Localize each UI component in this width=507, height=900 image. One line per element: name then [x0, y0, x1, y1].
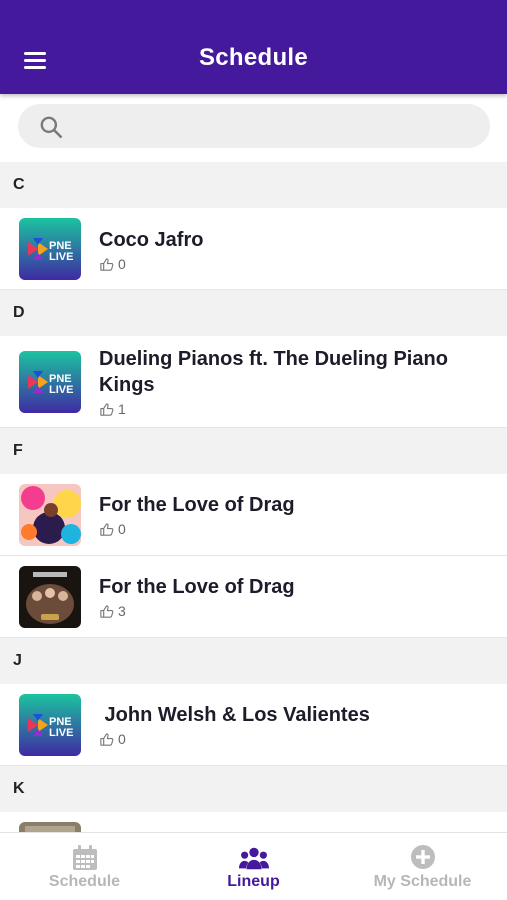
- plus-circle-icon: [410, 845, 435, 869]
- likes-count: 1: [99, 401, 126, 417]
- likes-count: 0: [99, 731, 126, 747]
- thumbs-up-icon: [100, 402, 114, 416]
- thumbs-up-icon: [100, 522, 114, 536]
- group-icon: [238, 847, 269, 870]
- likes-count: 0: [99, 256, 126, 272]
- likes-count: 3: [99, 603, 126, 619]
- tab-schedule[interactable]: Schedule: [0, 833, 169, 900]
- thumbs-up-icon: [100, 257, 114, 271]
- logo-text-line2: LIVE: [49, 251, 73, 263]
- likes-count: 0: [99, 521, 126, 537]
- item-title: John Welsh & Los Valientes: [99, 704, 370, 726]
- list-item[interactable]: For the Love of Drag 3: [0, 556, 507, 638]
- likes-value: 0: [118, 256, 126, 272]
- tab-label-lineup: Lineup: [227, 873, 280, 890]
- list-item[interactable]: PNE LIVE Dueling Pianos ft. The Dueling …: [0, 336, 507, 428]
- search-bar-container: [0, 94, 507, 162]
- section-header-f: F: [0, 428, 507, 474]
- item-title: Coco Jafro: [99, 229, 204, 251]
- section-header-c: C: [0, 162, 507, 208]
- search-icon: [40, 116, 63, 139]
- lineup-list: C PNE LIVE Coco Jafro 0 D PNE LIVE Dueli…: [0, 162, 507, 832]
- drag-artwork-colorful: [19, 484, 81, 546]
- likes-value: 0: [118, 521, 126, 537]
- bottom-tab-bar: Schedule Lineup My Schedule: [0, 832, 507, 900]
- tab-my-schedule[interactable]: My Schedule: [338, 833, 507, 900]
- section-header-k: K: [0, 766, 507, 812]
- logo-text-line2: LIVE: [49, 727, 73, 739]
- tab-label-schedule: Schedule: [48, 873, 121, 890]
- thumbs-up-icon: [100, 732, 114, 746]
- pne-live-logo: PNE LIVE: [19, 218, 81, 280]
- pne-live-logo: PNE LIVE: [19, 351, 81, 413]
- list-item[interactable]: PNE LIVE John Welsh & Los Valientes 0: [0, 684, 507, 766]
- item-title: For the Love of Drag: [99, 576, 295, 598]
- tab-lineup[interactable]: Lineup: [169, 833, 338, 900]
- logo-text-line2: LIVE: [49, 384, 73, 396]
- search-input[interactable]: [72, 106, 472, 146]
- likes-value: 0: [118, 731, 126, 747]
- page-title: Schedule: [198, 44, 309, 71]
- thumbs-up-icon: [100, 604, 114, 618]
- app-header: Schedule: [0, 0, 507, 94]
- likes-value: 3: [118, 603, 126, 619]
- likes-value: 1: [118, 401, 126, 417]
- drag-artwork-dark: [19, 566, 81, 628]
- list-item[interactable]: For the Love of Drag 0: [0, 474, 507, 556]
- list-item-partial[interactable]: [0, 812, 507, 832]
- section-header-j: J: [0, 638, 507, 684]
- pne-live-logo: PNE LIVE: [19, 694, 81, 756]
- list-item[interactable]: PNE LIVE Coco Jafro 0: [0, 208, 507, 290]
- item-title: For the Love of Drag: [99, 494, 295, 516]
- tab-label-my-schedule: My Schedule: [373, 873, 472, 890]
- item-title: Dueling Pianos ft. The Dueling Piano Kin…: [99, 348, 448, 396]
- calendar-icon: [72, 845, 97, 870]
- artist-thumbnail: [19, 822, 81, 832]
- section-header-d: D: [0, 290, 507, 336]
